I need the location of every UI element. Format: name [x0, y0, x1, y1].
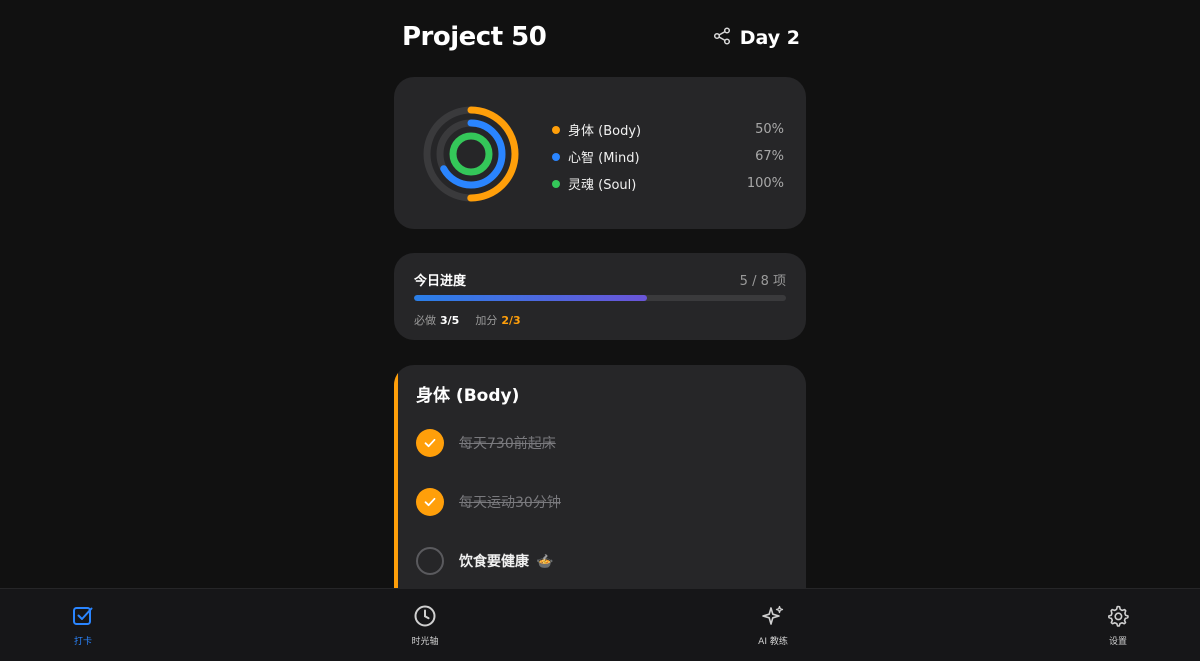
task-label-text: 饮食要健康 [459, 554, 529, 570]
share-icon [713, 27, 731, 45]
header: Project 50 Day 2 [400, 18, 800, 62]
progress-stats: 必做 3/5 加分 2/3 [414, 312, 521, 328]
bonus-value: 2/3 [501, 314, 521, 327]
tab-checkin[interactable]: 打卡 [43, 604, 123, 647]
activity-rings [423, 106, 519, 202]
tab-label: AI 教练 [758, 637, 788, 647]
bonus-label: 加分 [475, 314, 498, 327]
bowl-emoji-icon: 🍲 [536, 554, 554, 570]
checkmark-icon [424, 497, 436, 507]
day-label: Day 2 [739, 27, 800, 49]
checkbox-icon [73, 607, 93, 625]
tab-label: 设置 [1108, 637, 1127, 647]
rings-card: 身体 (Body) 50% 心智 (Mind) 67% 灵魂 (Soul) 10… [394, 77, 806, 229]
task-item[interactable]: 每天运动30分钟 [416, 487, 561, 517]
required-label: 必做 [414, 314, 436, 327]
legend-dot-mind [552, 152, 560, 161]
progress-bar [414, 295, 786, 301]
legend-label: 灵魂 (Soul) [568, 178, 637, 193]
legend-row-body: 身体 (Body) 50% [552, 116, 784, 143]
required-stat: 必做 3/5 [414, 312, 459, 328]
task-checkbox-checked[interactable] [416, 488, 444, 516]
app-title: Project 50 [402, 22, 547, 52]
bonus-stat: 加分 2/3 [475, 312, 520, 328]
section-title: 身体 (Body) [416, 386, 520, 406]
body-section-card: 身体 (Body) 每天730前起床 每天运动30分钟 饮食要健康 🍲 [394, 365, 806, 625]
legend-percent: 50% [755, 122, 784, 137]
legend-label: 心智 (Mind) [568, 151, 640, 166]
legend-percent: 67% [755, 149, 784, 164]
checkmark-icon [424, 438, 436, 448]
sparkles-icon [762, 605, 784, 625]
legend-label: 身体 (Body) [568, 124, 642, 139]
task-checkbox-checked[interactable] [416, 429, 444, 457]
progress-count: 5 / 8 项 [739, 274, 786, 289]
rings-legend: 身体 (Body) 50% 心智 (Mind) 67% 灵魂 (Soul) 10… [552, 116, 784, 197]
task-label: 饮食要健康 🍲 [459, 551, 553, 571]
gear-icon [1108, 605, 1129, 627]
bottom-tab-bar: 打卡 时光轴 AI 教练 设置 [0, 588, 1200, 661]
legend-row-mind: 心智 (Mind) 67% [552, 143, 784, 170]
legend-dot-body [552, 125, 560, 134]
required-value: 3/5 [440, 314, 460, 327]
clock-icon [414, 605, 436, 627]
task-label: 每天730前起床 [459, 436, 556, 452]
task-label: 每天运动30分钟 [459, 495, 561, 511]
tab-label: 打卡 [73, 637, 92, 647]
progress-title: 今日进度 [414, 274, 467, 289]
ring-soul [449, 132, 493, 176]
tab-timeline[interactable]: 时光轴 [385, 604, 465, 647]
legend-row-soul: 灵魂 (Soul) 100% [552, 170, 784, 197]
tab-label: 时光轴 [411, 637, 439, 647]
daily-progress-card: 今日进度 5 / 8 项 必做 3/5 加分 2/3 [394, 253, 806, 340]
legend-dot-soul [552, 179, 560, 188]
task-item[interactable]: 每天730前起床 [416, 428, 556, 458]
share-button[interactable] [710, 24, 734, 48]
tab-settings[interactable]: 设置 [1078, 604, 1158, 647]
legend-percent: 100% [746, 176, 784, 191]
task-item[interactable]: 饮食要健康 🍲 [416, 546, 553, 576]
section-accent-bar [394, 365, 398, 625]
tab-ai-coach[interactable]: AI 教练 [733, 604, 813, 647]
task-checkbox-unchecked[interactable] [416, 547, 444, 575]
progress-bar-fill [414, 295, 647, 301]
